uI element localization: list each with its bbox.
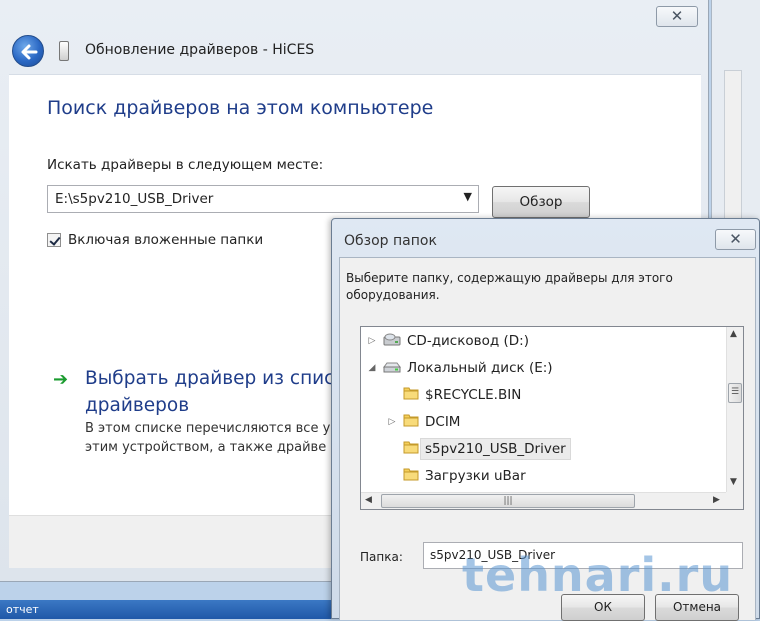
tree-horizontal-scrollbar[interactable]: ◀ ||| ▶: [361, 492, 727, 509]
folder-tree[interactable]: ▷ CD-дисковод (D:) ◢ Локальный диск (E:)…: [360, 326, 744, 510]
dialog-description: Выберите папку, содержащую драйверы для …: [346, 271, 673, 302]
tree-item-label: $RECYCLE.BIN: [425, 387, 522, 403]
pick-from-list-description: В этом списке перечисляются все у с этим…: [85, 421, 342, 455]
dialog-close-button[interactable]: ✕: [715, 229, 756, 250]
pick-from-list-title[interactable]: Выбрать драйвер из списка драйверов: [85, 365, 365, 419]
chevron-down-icon[interactable]: ▼: [464, 190, 472, 203]
green-arrow-icon: ➔: [53, 369, 69, 390]
tree-item-label: Загрузки uBar: [425, 468, 526, 484]
tree-item-recycle-bin[interactable]: $RECYCLE.BIN: [387, 383, 521, 407]
close-icon: ✕: [729, 230, 742, 248]
close-icon: ✕: [670, 7, 684, 25]
search-location-label: Искать драйверы в следующем месте:: [47, 157, 324, 173]
dialog-title: Обзор папок: [344, 233, 437, 249]
cd-drive-icon: [383, 332, 401, 350]
browse-button[interactable]: Обзор: [492, 186, 590, 218]
folder-icon: [403, 439, 419, 459]
expand-arrow-icon[interactable]: ▷: [367, 336, 377, 346]
window-title: Обновление драйверов - HiCES: [85, 42, 315, 58]
tree-item-label: CD-дисковод (D:): [407, 333, 529, 349]
checkbox-checked-icon[interactable]: [47, 233, 61, 247]
driver-path-value: E:\s5pv210_USB_Driver: [55, 191, 214, 207]
tree-item-label: DCIM: [425, 414, 461, 430]
tree-vertical-scrollbar[interactable]: ▲ ☰ ▼: [726, 327, 743, 493]
folder-icon: [403, 466, 419, 486]
tree-item-s5pv210-usb-driver[interactable]: s5pv210_USB_Driver: [387, 437, 571, 461]
collapse-arrow-icon[interactable]: ◢: [367, 363, 377, 373]
expand-arrow-icon[interactable]: ▷: [387, 417, 397, 427]
tree-item-ubar-downloads[interactable]: Загрузки uBar: [387, 464, 526, 488]
include-subfolders-checkbox[interactable]: Включая вложенные папки: [47, 232, 263, 248]
window-header: Обновление драйверов - HiCES: [9, 30, 701, 74]
window-close-button[interactable]: ✕: [656, 6, 698, 27]
scroll-up-arrow-icon[interactable]: ▲: [730, 329, 737, 339]
tree-item-dcim[interactable]: ▷ DCIM: [387, 410, 461, 434]
folder-icon: [403, 412, 419, 432]
scroll-thumb[interactable]: |||: [381, 494, 635, 508]
site-watermark: tehnari.ru: [462, 548, 734, 602]
page-title: Поиск драйверов на этом компьютере: [47, 97, 434, 119]
tree-item-label: s5pv210_USB_Driver: [420, 438, 571, 460]
device-icon: [59, 41, 69, 61]
tree-item-label: Локальный диск (E:): [407, 360, 553, 376]
scroll-right-arrow-icon[interactable]: ▶: [713, 495, 720, 505]
folder-field-label: Папка:: [360, 550, 403, 564]
back-button[interactable]: [12, 35, 44, 67]
scrollbar-corner: [726, 492, 743, 509]
scroll-thumb[interactable]: ☰: [728, 383, 742, 403]
tree-item-local-disk[interactable]: ◢ Локальный диск (E:): [367, 356, 553, 380]
back-arrow-icon: [21, 44, 38, 60]
include-subfolders-label: Включая вложенные папки: [68, 232, 264, 248]
scroll-down-arrow-icon[interactable]: ▼: [730, 477, 737, 487]
tree-item-cd-drive[interactable]: ▷ CD-дисковод (D:): [367, 329, 529, 353]
scroll-left-arrow-icon[interactable]: ◀: [365, 495, 372, 505]
driver-path-combobox[interactable]: E:\s5pv210_USB_Driver ▼: [47, 185, 479, 213]
folder-icon: [403, 385, 419, 405]
local-disk-icon: [383, 359, 401, 377]
background-strip-text: отчет: [6, 603, 39, 616]
